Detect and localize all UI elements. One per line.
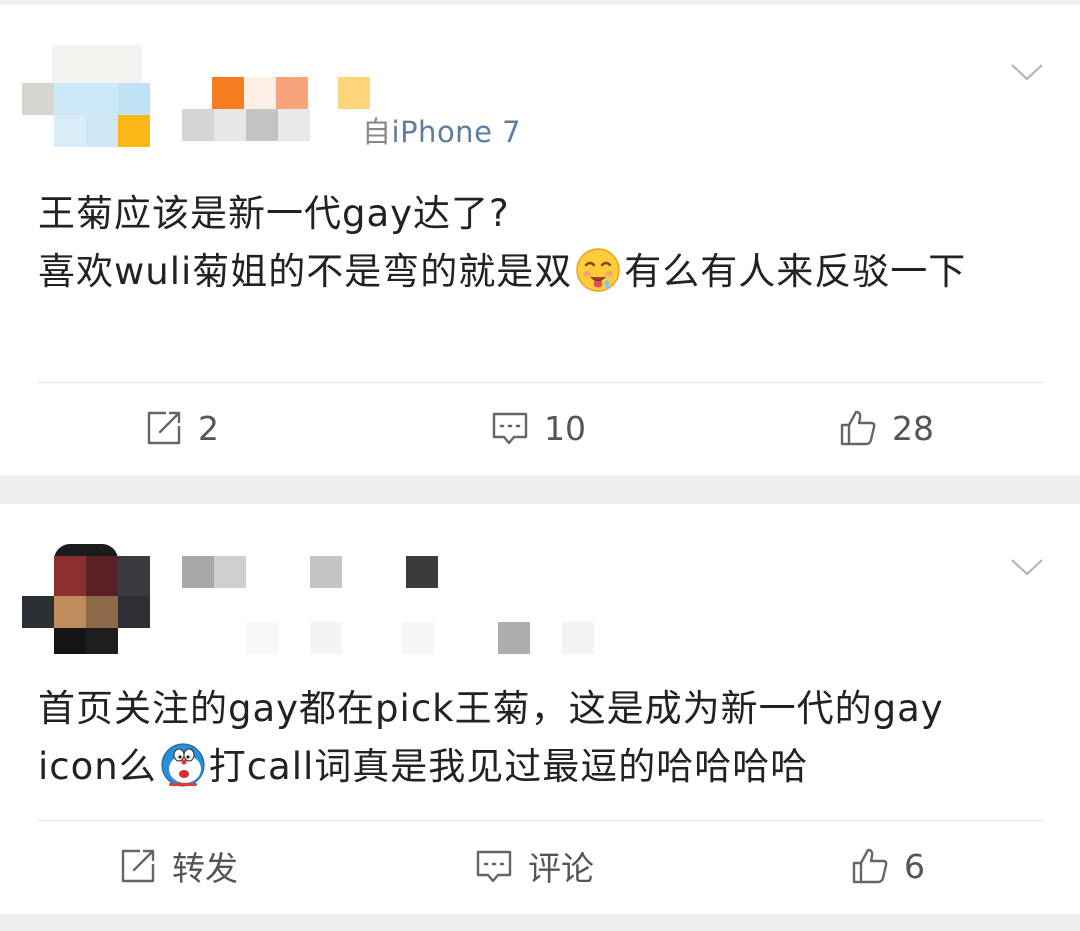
drooling-face-emoji [576, 248, 621, 292]
comment-button[interactable]: 评论 [474, 821, 594, 911]
like-button[interactable]: 6 [850, 821, 925, 911]
like-button[interactable]: 28 [838, 383, 934, 473]
comment-feed: 自iPhone 7 王菊应该是新一代gay达了? 喜欢wuli菊姐的不是弯的就是… [0, 0, 1080, 931]
thumbs-up-icon [852, 848, 888, 884]
chevron-down-icon[interactable] [1010, 556, 1044, 578]
comment-text: 王菊应该是新一代gay达了? 喜欢wuli菊姐的不是弯的就是双 有么有人来反驳一… [38, 185, 1040, 301]
repost-label: 转发 [172, 849, 238, 888]
thumbs-up-icon [840, 410, 876, 446]
comment-line: 有么有人来反驳一下 [624, 250, 967, 293]
comment-icon [492, 412, 528, 445]
like-count: 6 [904, 846, 925, 886]
repost-icon [147, 411, 181, 445]
comment-text: 首页关注的gay都在pick王菊，这是成为新一代的gay icon么 打call… [38, 680, 1040, 796]
comment-icon [476, 850, 512, 883]
username-blurred[interactable] [182, 556, 438, 588]
action-bar: 2 10 28 [0, 383, 1080, 473]
comment-label: 评论 [528, 849, 594, 888]
avatar[interactable] [22, 45, 152, 153]
source-device[interactable]: iPhone 7 [392, 115, 522, 149]
repost-button[interactable]: 转发 [118, 821, 238, 911]
repost-count: 2 [198, 408, 219, 448]
username-blurred[interactable] [182, 77, 370, 141]
post-source-blurred[interactable] [246, 622, 594, 654]
source-prefix: 自 [362, 115, 392, 149]
post-source[interactable]: 自iPhone 7 [362, 109, 521, 151]
chevron-down-icon[interactable] [1010, 61, 1044, 83]
comment-line: 打call词真是我见过最逗的哈哈哈哈 [208, 745, 809, 788]
comment-button[interactable]: 10 [490, 383, 586, 473]
action-bar: 转发 评论 6 [0, 821, 1080, 911]
like-count: 28 [892, 408, 934, 448]
comment-line: 王菊应该是新一代gay达了? [38, 192, 510, 235]
comment-line: icon么 [38, 745, 157, 788]
avatar[interactable] [22, 544, 152, 654]
comment-line: 首页关注的gay都在pick王菊，这是成为新一代的gay [38, 687, 944, 730]
comment-count: 10 [544, 408, 586, 448]
repost-icon [121, 849, 155, 883]
doraemon-emoji [161, 743, 205, 787]
comment-line: 喜欢wuli菊姐的不是弯的就是双 [38, 250, 573, 293]
comment-card: 首页关注的gay都在pick王菊，这是成为新一代的gay icon么 打call… [0, 504, 1080, 914]
comment-card: 自iPhone 7 王菊应该是新一代gay达了? 喜欢wuli菊姐的不是弯的就是… [0, 5, 1080, 475]
repost-button[interactable]: 2 [144, 383, 219, 473]
